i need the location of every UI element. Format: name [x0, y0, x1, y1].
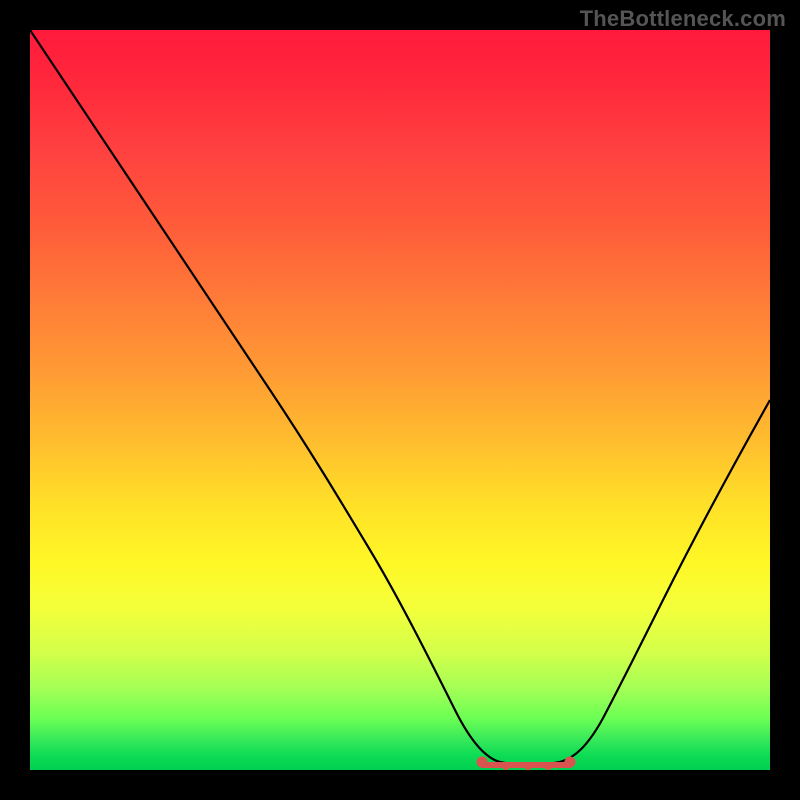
optimum-marker-right — [565, 757, 576, 768]
plot-svg — [30, 30, 770, 770]
optimum-marker-mid1 — [502, 762, 510, 770]
plot-area — [30, 30, 770, 770]
bottleneck-curve — [30, 30, 770, 765]
chart-frame: TheBottleneck.com — [0, 0, 800, 800]
watermark-text: TheBottleneck.com — [580, 6, 786, 32]
optimum-marker-mid2 — [524, 762, 532, 770]
optimum-marker-mid3 — [544, 762, 552, 770]
optimum-marker-left — [477, 757, 488, 768]
